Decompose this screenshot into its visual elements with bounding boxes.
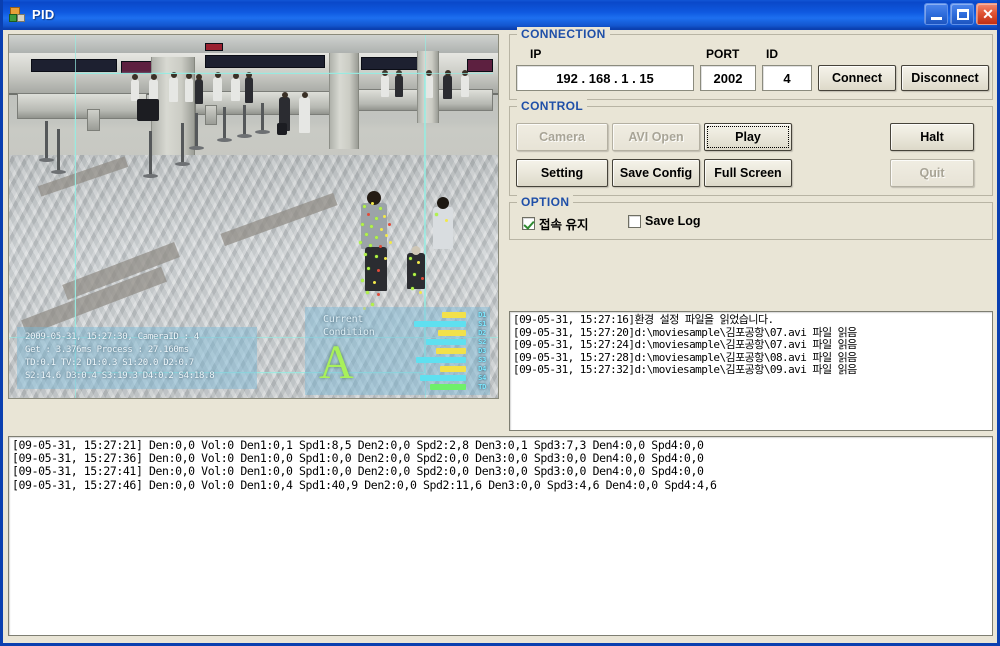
condition-bar-label: D2	[478, 329, 486, 337]
condition-grade: A	[319, 336, 354, 389]
save-log-checkbox[interactable]: Save Log	[628, 214, 701, 228]
save-log-label: Save Log	[645, 214, 701, 228]
close-icon: ✕	[982, 6, 994, 22]
window-controls: ✕	[924, 3, 997, 25]
video-preview-panel[interactable]: 2009-05-31, 15:27:30, CameraID : 4 Get :…	[8, 34, 499, 399]
maximize-icon	[957, 9, 969, 20]
condition-bar-label: D3	[478, 347, 486, 355]
person	[461, 70, 469, 97]
port-input[interactable]: 2002	[700, 65, 756, 91]
condition-bar-fill	[442, 312, 466, 318]
condition-bar-fill	[430, 384, 466, 390]
condition-bar-fill	[420, 375, 466, 381]
client-area: 2009-05-31, 15:27:30, CameraID : 4 Get :…	[3, 27, 997, 640]
sign-board	[361, 57, 425, 70]
quit-button[interactable]: Quit	[890, 159, 974, 187]
video-osd-stats: 2009-05-31, 15:27:30, CameraID : 4 Get :…	[17, 327, 257, 389]
sign-board	[31, 59, 117, 72]
detection-line	[75, 73, 493, 74]
keep-connection-label: 접속 유지	[539, 218, 589, 232]
app-icon	[8, 6, 26, 24]
halt-button[interactable]: Halt	[890, 123, 974, 151]
disconnect-button[interactable]: Disconnect	[901, 65, 989, 91]
window-title: PID	[32, 7, 55, 22]
play-button[interactable]: Play	[704, 123, 792, 151]
stanchion	[39, 121, 54, 162]
condition-bar-row: TD	[400, 383, 486, 391]
condition-bar-label: S2	[478, 338, 486, 346]
osd-line: 2009-05-31, 15:27:30, CameraID : 4	[25, 332, 200, 342]
minimize-icon	[931, 17, 942, 20]
right-panel: CONNECTION IP PORT ID 192 . 168 . 1 . 15…	[509, 27, 993, 246]
application-window: PID ✕ 2009-05-31, 15:27:30, CameraID: 4…	[0, 0, 1000, 646]
condition-bar-row: D2	[400, 329, 486, 337]
osd-line: TD:0.1 TV:2 D1:0.3 S1:20.0 D2:0.7	[25, 358, 194, 368]
option-group: OPTION 접속 유지 Save Log	[509, 195, 993, 240]
condition-bar-label: TD	[478, 383, 486, 391]
sign-board	[467, 59, 493, 72]
video-frame: 2009-05-31, 15:27:30, CameraID : 4 Get :…	[9, 35, 498, 398]
condition-bar-row: S1	[400, 320, 486, 328]
control-group: CONTROL Camera AVI Open Play Halt Settin…	[509, 99, 993, 196]
condition-bar-row: S3	[400, 356, 486, 364]
avi-open-button[interactable]: AVI Open	[612, 123, 700, 151]
condition-bar-row: D4	[400, 365, 486, 373]
condition-bar-row: S2	[400, 338, 486, 346]
condition-bar-fill	[440, 366, 466, 372]
connect-button[interactable]: Connect	[818, 65, 896, 91]
condition-bar-row: D1	[400, 311, 486, 319]
condition-bar-label: S1	[478, 320, 486, 328]
condition-bar-fill	[436, 348, 466, 354]
condition-bar-fill	[416, 357, 466, 363]
condition-bar-label: D1	[478, 311, 486, 319]
checkbox-box[interactable]	[628, 214, 641, 228]
person	[425, 70, 433, 98]
condition-bar-fill	[438, 330, 466, 336]
setting-button[interactable]: Setting	[516, 159, 608, 187]
stanchion	[51, 129, 66, 174]
ip-label: IP	[530, 47, 542, 61]
minimize-button[interactable]	[924, 3, 948, 25]
connection-log-panel[interactable]: [09-05-31, 15:27:16]환경 설정 파일을 읽었습니다. [09…	[509, 311, 993, 431]
close-button[interactable]: ✕	[976, 3, 997, 25]
video-osd-condition: Current Condition A D1 S1 D2 S2 D3 S3 D4 S4 TD	[305, 307, 490, 395]
option-group-title: OPTION	[517, 195, 574, 209]
log-line: [09-05-31, 15:27:46] Den:0,0 Vol:0 Den1:…	[12, 477, 717, 492]
condition-bar-fill	[426, 339, 466, 345]
condition-bar-label: S4	[478, 374, 486, 382]
log-line: [09-05-31, 15:27:32]d:\moviesample\김포공항\…	[513, 363, 857, 377]
id-label: ID	[766, 47, 778, 61]
connection-group-title: CONNECTION	[517, 27, 610, 41]
sign-board	[205, 55, 325, 68]
log-line: [09-05-31, 15:27:16]환경 설정 파일을 읽었습니다.	[513, 313, 774, 326]
port-label: PORT	[706, 47, 740, 61]
condition-bar-chart: D1 S1 D2 S2 D3 S3 D4 S4 TD	[400, 311, 486, 391]
sign-board	[205, 43, 223, 51]
id-input[interactable]: 4	[762, 65, 812, 91]
condition-bar-label: S3	[478, 356, 486, 364]
log-line: [09-05-31, 15:27:41] Den:0,0 Vol:0 Den1:…	[12, 464, 704, 479]
ip-input[interactable]: 192 . 168 . 1 . 15	[516, 65, 694, 91]
camera-button[interactable]: Camera	[516, 123, 608, 151]
checkbox-box[interactable]	[522, 217, 535, 230]
full-screen-button[interactable]: Full Screen	[704, 159, 792, 187]
save-config-button[interactable]: Save Config	[612, 159, 700, 187]
tracked-person	[361, 191, 387, 249]
maximize-button[interactable]	[950, 3, 974, 25]
connection-group: CONNECTION IP PORT ID 192 . 168 . 1 . 15…	[509, 27, 993, 100]
osd-line: Get : 3.376ms Process : 27.160ms	[25, 345, 189, 355]
log-line: [09-05-31, 15:27:24]d:\moviesample\김포공항\…	[513, 338, 857, 352]
detection-log-panel[interactable]: [09-05-31, 15:27:21] Den:0,0 Vol:0 Den1:…	[8, 436, 993, 636]
control-group-title: CONTROL	[517, 99, 588, 113]
condition-bar-label: D4	[478, 365, 486, 373]
osd-line: S2:14.6 D3:0.4 S3:19.3 D4:0.2 S4:18.8	[25, 371, 215, 381]
title-bar: PID ✕	[3, 0, 997, 30]
condition-bar-row: S4	[400, 374, 486, 382]
keep-connection-checkbox[interactable]: 접속 유지	[522, 214, 588, 233]
person	[443, 70, 452, 99]
condition-bar-fill	[414, 321, 466, 327]
condition-bar-row: D3	[400, 347, 486, 355]
